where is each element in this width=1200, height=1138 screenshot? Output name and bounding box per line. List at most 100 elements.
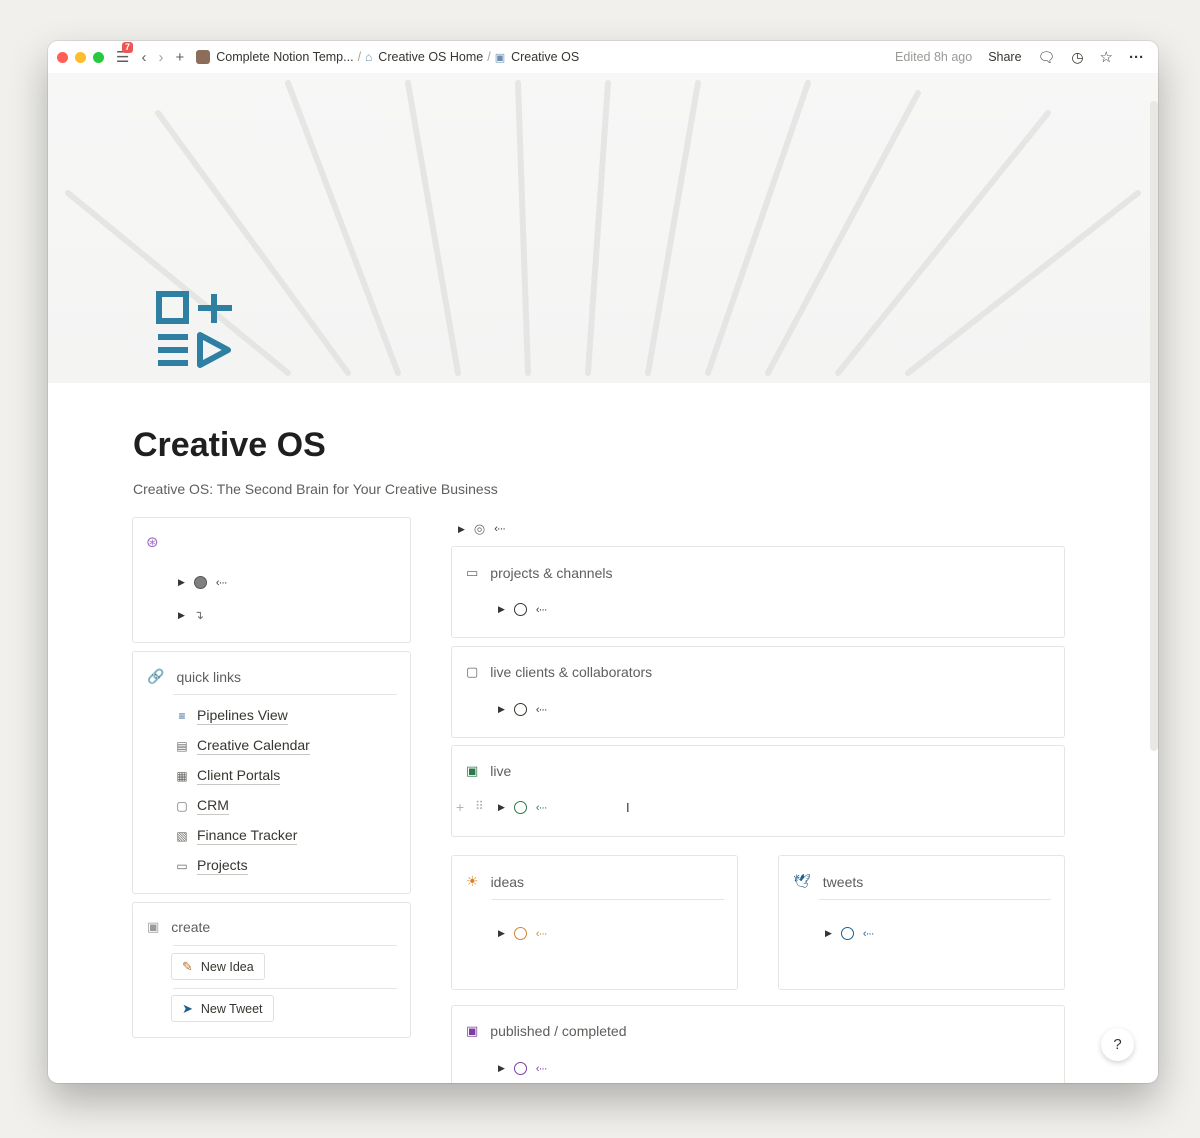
folder-icon: ▭ (176, 859, 188, 873)
arrow-dots-icon: ‹··· (535, 703, 548, 716)
toggle-row[interactable]: ▶ ‹··· (498, 801, 548, 814)
toggle-row[interactable]: ▶ ↴ (178, 608, 204, 622)
arrow-dots-icon: ‹··· (215, 576, 228, 589)
breadcrumb-item-2[interactable]: Creative OS Home (378, 50, 483, 64)
status-circle-icon (193, 576, 207, 589)
maximize-window-button[interactable] (93, 51, 104, 63)
pipelines-icon: ≡ (178, 709, 186, 723)
text-cursor-icon: I (626, 800, 630, 815)
toggle-triangle-icon[interactable]: ▶ (178, 610, 185, 621)
new-tweet-button[interactable]: ➤ New Tweet (171, 995, 274, 1022)
status-circle-icon (513, 801, 527, 814)
quick-links-title: quick links (176, 668, 242, 685)
window-controls (57, 51, 104, 63)
live-icon: ▣ (466, 763, 479, 778)
section-header: ☀ ideas (466, 873, 525, 890)
link-pipelines-view[interactable]: ≡ Pipelines View (175, 707, 310, 725)
return-arrow-icon: ↴ (193, 608, 204, 622)
section-header: 🕊 tweets (793, 873, 864, 890)
lightbulb-icon: ☀ (466, 873, 479, 889)
divider (173, 945, 397, 946)
close-window-button[interactable] (57, 51, 68, 63)
creative-os-page-icon[interactable] (156, 291, 236, 371)
toggle-row[interactable]: ▶ ‹··· (178, 576, 228, 589)
page-title[interactable]: Creative OS (133, 426, 326, 465)
published-completed-callout: ▣ published / completed ▶ ‹··· (451, 1005, 1065, 1083)
top-toggle-row[interactable]: ▶ ◎ ‹··· (458, 521, 506, 537)
more-options-icon[interactable]: ··· (1129, 49, 1144, 66)
published-icon: ▣ (466, 1023, 479, 1038)
section-header: ▢ live clients & collaborators (466, 664, 653, 680)
link-client-portals[interactable]: ▦ Client Portals (175, 767, 310, 785)
link-projects[interactable]: ▭ Projects (175, 857, 310, 875)
workspace-avatar (196, 50, 211, 64)
link-finance-tracker[interactable]: ▧ Finance Tracker (175, 827, 310, 845)
favorite-star-icon[interactable]: ☆ (1100, 48, 1113, 66)
app-window: ☰ 7 ‹ › + Complete Notion Temp... / ⌂ Cre… (48, 41, 1158, 1083)
titlebar-actions: Edited 8h ago Share 🗨 ◷ ☆ ··· (895, 48, 1144, 67)
live-callout: ▣ live + ⠿ ▶ ‹··· I (451, 745, 1065, 837)
new-idea-button[interactable]: ✎ New Idea (171, 953, 265, 980)
create-header: ▣ create (147, 919, 210, 935)
toggle-triangle-icon[interactable]: ▶ (498, 1063, 505, 1074)
help-button[interactable]: ? (1101, 1028, 1134, 1061)
forward-icon[interactable]: › (158, 49, 163, 66)
tweets-callout: 🕊 tweets ▶ ‹··· (778, 855, 1065, 990)
status-circle-icon (513, 603, 527, 616)
divider (173, 988, 397, 989)
send-icon: ➤ (182, 1000, 193, 1016)
create-icon: ▣ (147, 919, 160, 934)
quick-links-header: 🔗 quick links (147, 668, 241, 685)
link-icon: 🔗 (147, 668, 165, 684)
sidebar-menu-icon[interactable]: ☰ 7 (116, 42, 134, 66)
toggle-row[interactable]: ▶ ‹··· (498, 927, 548, 940)
toggle-triangle-icon[interactable]: ▶ (458, 524, 465, 535)
toggle-triangle-icon[interactable]: ▶ (498, 604, 505, 615)
divider (492, 899, 724, 900)
breadcrumb-separator: / (357, 50, 362, 64)
toggle-row[interactable]: ▶ ‹··· (825, 927, 875, 940)
breadcrumb: Complete Notion Temp... / ⌂ Creative OS … (196, 50, 579, 64)
edited-status: Edited 8h ago (895, 50, 973, 64)
toggle-triangle-icon[interactable]: ▶ (178, 577, 185, 588)
quick-links-callout: 🔗 quick links ≡ Pipelines View ▤ Creative … (132, 651, 411, 894)
comments-icon[interactable]: 🗨 (1038, 49, 1056, 66)
create-title: create (171, 919, 211, 935)
toggle-triangle-icon[interactable]: ▶ (498, 704, 505, 715)
drag-handle-icon[interactable]: ⠿ (475, 799, 484, 813)
section-header: ▣ live (466, 763, 512, 779)
arrow-dots-icon: ‹··· (535, 1062, 548, 1075)
link-creative-calendar[interactable]: ▤ Creative Calendar (175, 737, 310, 755)
target-icon: ◎ (473, 521, 486, 536)
creative-os-icon: ▣ (494, 51, 506, 64)
status-circle-icon (513, 1062, 527, 1075)
document-icon: ▦ (176, 769, 188, 783)
toggle-triangle-icon[interactable]: ▶ (825, 928, 832, 939)
toggle-row[interactable]: ▶ ‹··· (498, 1062, 548, 1075)
new-page-icon[interactable]: + (175, 49, 184, 66)
toggle-row[interactable]: ▶ ‹··· (498, 703, 548, 716)
back-icon[interactable]: ‹ (141, 49, 146, 66)
toggle-row[interactable]: ▶ ‹··· (498, 603, 548, 616)
toggle-triangle-icon[interactable]: ▶ (498, 802, 505, 813)
arrow-dots-icon: ‹··· (535, 801, 548, 814)
add-block-icon[interactable]: + (456, 799, 464, 815)
title-bar: ☰ 7 ‹ › + Complete Notion Temp... / ⌂ Cre… (48, 41, 1158, 73)
breadcrumb-item-1[interactable]: Complete Notion Temp... (216, 50, 353, 64)
contacts-icon: ▢ (176, 799, 188, 813)
calendar-icon: ▤ (176, 739, 188, 753)
finance-icon: ▧ (176, 829, 188, 843)
toggle-triangle-icon[interactable]: ▶ (498, 928, 505, 939)
projects-channels-callout: ▭ projects & channels ▶ ‹··· (451, 546, 1065, 638)
divider (819, 899, 1051, 900)
share-button[interactable]: Share (988, 50, 1021, 64)
minimize-window-button[interactable] (75, 51, 86, 63)
history-icon[interactable]: ◷ (1071, 49, 1083, 66)
breadcrumb-item-3[interactable]: Creative OS (511, 50, 579, 64)
scrollbar[interactable] (1150, 101, 1158, 751)
arrow-dots-icon: ‹··· (862, 927, 875, 940)
arrow-dots-icon: ‹··· (535, 603, 548, 616)
page-subtitle[interactable]: Creative OS: The Second Brain for Your C… (133, 481, 498, 497)
section-header: ▣ published / completed (466, 1023, 627, 1039)
link-crm[interactable]: ▢ CRM (175, 797, 310, 815)
